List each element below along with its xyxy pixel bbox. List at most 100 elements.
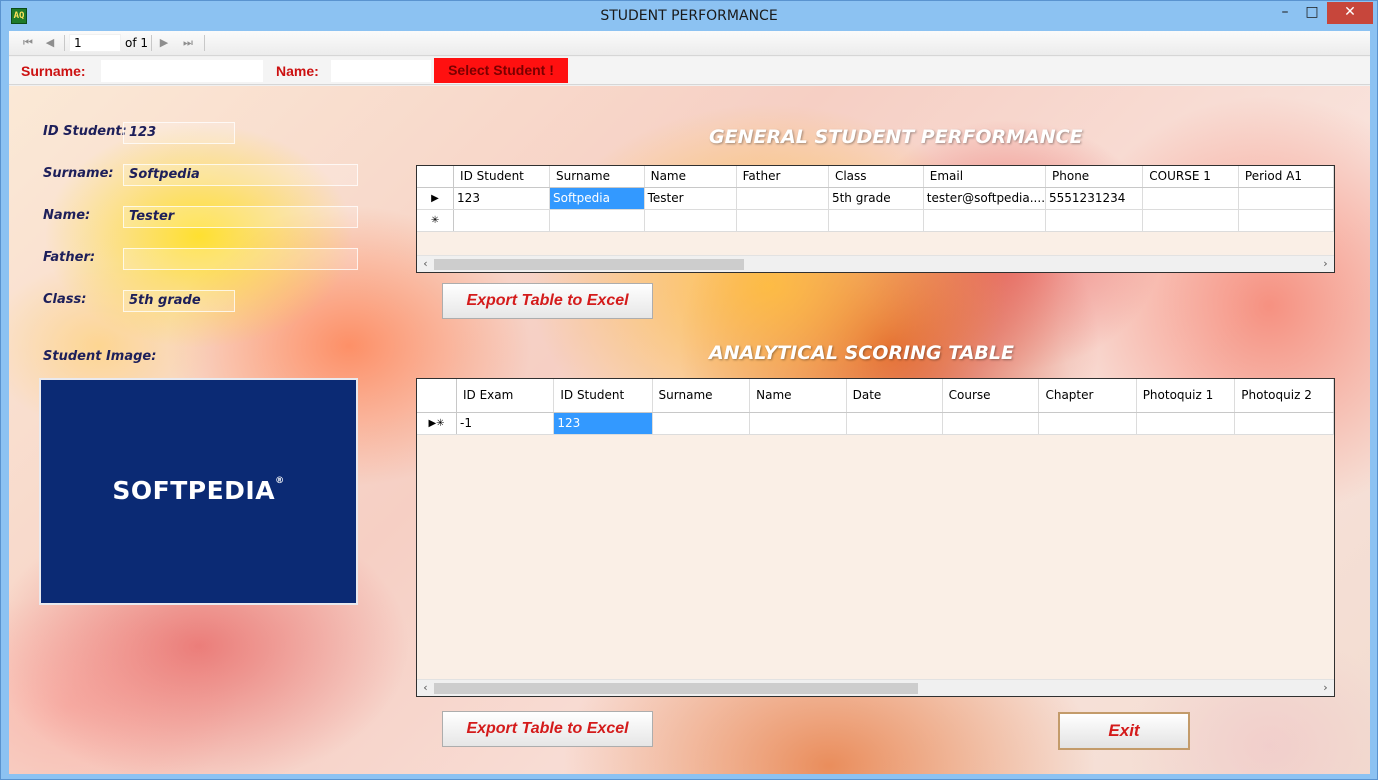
column-header[interactable]: Father [736,166,829,188]
name-label: Name: [43,208,91,223]
father-field[interactable] [123,248,358,270]
header-row: ID Exam ID Student Surname Name Date Cou… [417,379,1334,413]
softpedia-logo: SOFTPEDIA® [41,476,356,505]
table-cell[interactable] [549,209,645,232]
next-record-icon[interactable]: ▶ [155,35,173,51]
table-cell[interactable]: -1 [456,412,555,435]
table-cell[interactable] [749,412,847,435]
table-cell[interactable] [1142,209,1239,232]
new-row[interactable]: ✳ [417,209,1334,232]
table-cell[interactable] [652,412,751,435]
scroll-left-icon[interactable]: ‹ [417,256,434,272]
last-record-icon[interactable]: ⏭ [179,35,197,51]
analytical-scoring-table: ID Exam ID Student Surname Name Date Cou… [417,379,1334,435]
exit-button[interactable]: Exit [1058,712,1190,750]
table-cell-selected[interactable]: 123 [553,412,653,435]
table-cell[interactable] [1238,187,1334,210]
id-student-field[interactable]: 123 [123,122,235,144]
table-cell[interactable] [828,209,924,232]
table-cell[interactable] [736,209,829,232]
table-cell[interactable] [846,412,943,435]
client-area: ⏮ ◀ 1 of 1 ▶ ⏭ Surname: Name: Select Stu… [9,31,1370,774]
record-position-input[interactable]: 1 [69,34,121,52]
class-field[interactable]: 5th grade [123,290,235,312]
export-analytical-table-button[interactable]: Export Table to Excel [442,711,653,747]
column-header[interactable]: Date [846,379,943,413]
column-header[interactable]: Chapter [1038,379,1137,413]
column-header[interactable]: Course [942,379,1040,413]
logo-text: SOFTPEDIA [112,476,276,505]
table-cell[interactable] [1136,412,1236,435]
column-header[interactable]: Surname [652,379,751,413]
scrollbar-thumb[interactable] [434,683,918,694]
record-count-label: of 1 [125,36,149,50]
table-row[interactable]: ▶✳ -1 123 [417,412,1334,435]
row-header-corner [417,166,455,188]
surname-filter-input[interactable] [101,60,263,82]
minimize-icon[interactable]: – [1272,2,1298,24]
table-cell[interactable] [942,412,1040,435]
column-header[interactable]: Email [923,166,1047,188]
export-general-table-button[interactable]: Export Table to Excel [442,283,653,319]
current-new-row-icon[interactable]: ▶✳ [417,412,457,435]
maximize-icon[interactable]: □ [1299,2,1325,24]
name-field[interactable]: Tester [123,206,358,228]
scroll-left-icon[interactable]: ‹ [417,680,434,696]
close-icon[interactable]: ✕ [1327,2,1373,24]
scroll-right-icon[interactable]: › [1317,256,1334,272]
class-label: Class: [43,292,87,307]
scrollbar-thumb[interactable] [434,259,744,270]
table-cell[interactable] [736,187,829,210]
scroll-right-icon[interactable]: › [1317,680,1334,696]
previous-record-icon[interactable]: ◀ [41,35,59,51]
column-header[interactable]: Name [749,379,847,413]
table-cell[interactable]: 5th grade [828,187,924,210]
name-filter-input[interactable] [331,60,431,82]
table-cell[interactable] [923,209,1047,232]
table-cell[interactable] [1238,209,1334,232]
column-header[interactable]: Name [644,166,737,188]
window-title: STUDENT PERFORMANCE [600,8,778,24]
analytical-scoring-grid: ID Exam ID Student Surname Name Date Cou… [416,378,1335,697]
table-cell[interactable] [644,209,737,232]
table-cell[interactable] [1045,209,1144,232]
table-cell[interactable]: 5551231234 [1045,187,1144,210]
filter-bar: Surname: Name: Select Student ! [9,57,1370,85]
surname-field[interactable]: Softpedia [123,164,358,186]
name-filter-label: Name: [276,63,319,79]
table-cell[interactable] [453,209,550,232]
column-header[interactable]: ID Student [553,379,653,413]
table-cell[interactable] [1142,187,1239,210]
column-header[interactable]: Phone [1045,166,1144,188]
column-header[interactable]: Class [828,166,924,188]
background-artwork: ID Student: 123 Surname: Softpedia Name:… [9,86,1370,774]
horizontal-scrollbar[interactable]: ‹ › [417,679,1334,696]
student-image: SOFTPEDIA® [39,378,358,605]
select-student-button[interactable]: Select Student ! [434,58,568,83]
general-performance-grid: ID Student Surname Name Father Class Ema… [416,165,1335,273]
table-cell[interactable]: tester@softpedia.... [923,187,1047,210]
column-header[interactable]: ID Student [453,166,550,188]
surname-filter-label: Surname: [21,63,86,79]
column-header[interactable]: ID Exam [456,379,555,413]
table-cell[interactable]: Tester [644,187,737,210]
column-header[interactable]: Photoquiz 1 [1136,379,1236,413]
navigator-separator [204,35,205,51]
column-header[interactable]: Surname [549,166,645,188]
table-cell[interactable] [1038,412,1137,435]
column-header[interactable]: Photoquiz 2 [1234,379,1334,413]
table-cell[interactable] [1234,412,1334,435]
table-cell-selected[interactable]: Softpedia [549,187,645,210]
first-record-icon[interactable]: ⏮ [19,35,37,51]
surname-label: Surname: [43,166,114,181]
horizontal-scrollbar[interactable]: ‹ › [417,255,1334,272]
binding-navigator: ⏮ ◀ 1 of 1 ▶ ⏭ [9,31,1370,56]
main-window: AQ STUDENT PERFORMANCE – □ ✕ ⏮ ◀ 1 of 1 … [0,0,1378,780]
column-header[interactable]: Period A1 [1238,166,1334,188]
column-header[interactable]: COURSE 1 [1142,166,1239,188]
current-row-icon[interactable]: ▶ [417,187,455,210]
table-row[interactable]: ▶ 123 Softpedia Tester 5th grade tester@… [417,187,1334,210]
student-image-label: Student Image: [43,349,157,364]
new-row-icon[interactable]: ✳ [417,209,455,232]
table-cell[interactable]: 123 [453,187,550,210]
